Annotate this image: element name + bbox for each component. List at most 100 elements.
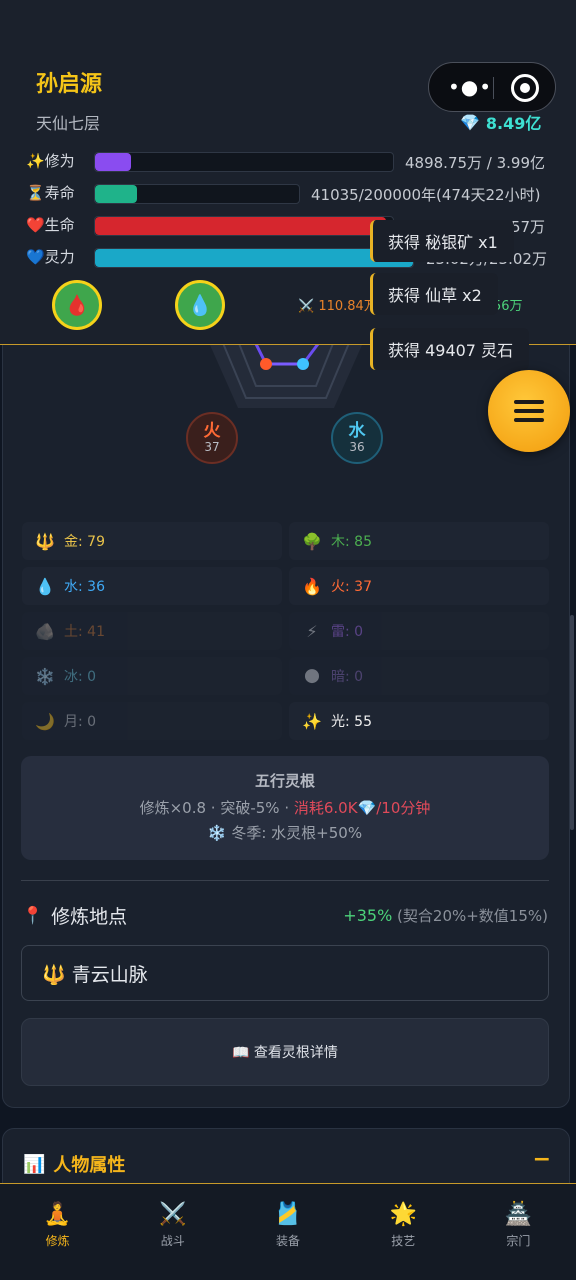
stat-label: ❤️生命 <box>26 216 75 234</box>
spirit-root-label: 水: 36 <box>64 579 105 595</box>
close-miniprogram-icon[interactable] <box>511 74 539 102</box>
bottom-nav: 🧘 修炼 ⚔️ 战斗 🎽 装备 🌟 技艺 🏯 宗门 <box>0 1183 576 1280</box>
gem-balance: 💎 8.49亿 <box>460 110 541 134</box>
stat-row: 💙灵力 <box>26 246 92 267</box>
wuxing-cost: 消耗6.0K💎/10分钟 <box>293 799 431 817</box>
battle-icon: ⚔️ <box>159 1202 187 1227</box>
attack-stat: ⚔️ 110.84万 <box>298 295 377 314</box>
nav-tab-label: 宗门 <box>506 1234 531 1248</box>
spirit-root-cell: 🔱 金: 79 <box>22 522 282 560</box>
location-bonus-pct: +35% <box>343 906 393 925</box>
spirit-root-label: 冰: 0 <box>64 669 97 685</box>
element-icon: 💧 <box>35 576 55 596</box>
stat-progress-fill <box>95 153 131 171</box>
stat-progress-fill <box>95 249 413 267</box>
stat-row: ✨修为 <box>26 150 92 171</box>
element-icon: 🌳 <box>302 531 322 551</box>
nav-tab-label: 技艺 <box>391 1234 416 1248</box>
spirit-root-label: 月: 0 <box>64 714 97 730</box>
stat-progress-bar <box>94 184 300 204</box>
location-heading: 📍 修炼地点 <box>22 902 127 929</box>
nav-tab-skills[interactable]: 🌟 技艺 <box>346 1184 461 1280</box>
stat-value: 41035/200000年(474天22小时) <box>311 186 541 204</box>
stat-row: ❤️生命 <box>26 214 92 235</box>
stat-value: 4898.75万 / 3.99亿 <box>405 154 546 172</box>
gem-icon: 💎 <box>460 112 480 132</box>
more-options-icon[interactable]: •●• <box>447 76 493 100</box>
equipment-icon: 🎽 <box>274 1202 302 1227</box>
stat-row: ⏳寿命 <box>26 182 92 203</box>
attributes-heading: 📊 人物属性 <box>23 1151 125 1177</box>
fire-element-node: 火 37 <box>186 412 238 464</box>
attributes-title: 人物属性 <box>53 1155 126 1176</box>
spirit-root-label: 暗: 0 <box>331 669 364 685</box>
sect-icon: 🏯 <box>504 1202 533 1227</box>
miniprogram-capsule: •●• <box>428 62 556 112</box>
spirit-root-cell: 🔥 火: 37 <box>289 567 549 605</box>
location-title: 修炼地点 <box>51 906 128 928</box>
nav-tab-label: 战斗 <box>160 1234 185 1248</box>
element-icon: ✨ <box>302 711 322 731</box>
location-bonus-detail: (契合20%+数值15%) <box>397 907 548 925</box>
sword-icon: ⚔️ <box>298 299 315 314</box>
wuxing-effects: 修炼×0.8 · 突破-5% · 消耗6.0K💎/10分钟 <box>21 797 549 818</box>
menu-button[interactable] <box>488 370 570 452</box>
element-icon: 🌑 <box>303 666 321 686</box>
blood-drop-icon: 🩸 <box>64 293 90 317</box>
spirit-root-cell: 🪨 土: 41 <box>22 612 282 650</box>
wuxing-title: 五行灵根 <box>254 772 315 790</box>
stat-progress-fill <box>95 217 387 235</box>
scrollbar[interactable] <box>570 615 574 830</box>
stat-progress-bar <box>94 152 394 172</box>
stat-label: 💙灵力 <box>26 248 75 266</box>
water-element-glyph: 水 <box>348 421 366 441</box>
stat-progress-fill <box>95 185 137 203</box>
divider <box>21 880 549 881</box>
stat-progress-bar <box>94 248 414 268</box>
spirit-root-label: 雷: 0 <box>331 624 364 640</box>
view-root-details-button[interactable]: 📖 查看灵根详情 <box>21 1018 549 1086</box>
nav-tab-battle[interactable]: ⚔️ 战斗 <box>115 1184 230 1280</box>
spirit-root-label: 金: 79 <box>64 534 105 550</box>
gem-amount: 8.49亿 <box>485 114 542 133</box>
wuxing-modifiers: 修炼×0.8 · 突破-5% · <box>139 799 294 817</box>
spirit-root-cell: ⚡ 雷: 0 <box>289 612 549 650</box>
health-potion-button[interactable]: 🩸 <box>52 280 102 330</box>
spirit-root-label: 光: 55 <box>331 714 372 730</box>
water-drop-icon: 💧 <box>187 293 213 317</box>
mana-potion-button[interactable]: 💧 <box>175 280 225 330</box>
stat-label: ✨修为 <box>26 152 75 170</box>
element-icon: 🪨 <box>35 621 55 641</box>
loot-toast: 获得 秘银矿 x1 <box>370 220 514 262</box>
loot-toast: 获得 仙草 x2 <box>370 273 498 315</box>
fire-element-glyph: 火 <box>203 421 221 441</box>
spirit-root-label: 木: 85 <box>331 534 372 550</box>
attack-value: 110.84万 <box>318 299 377 314</box>
stat-progress-bar <box>94 216 394 236</box>
collapse-button[interactable]: − <box>533 1147 551 1172</box>
chart-icon: 📊 <box>23 1153 46 1175</box>
location-bonus: +35% (契合20%+数值15%) <box>343 905 548 926</box>
loot-toast: 获得 49407 灵石 <box>370 328 530 370</box>
hamburger-icon <box>514 395 544 427</box>
nav-tab-label: 修炼 <box>45 1234 70 1248</box>
wuxing-summary: 五行灵根 修炼×0.8 · 突破-5% · 消耗6.0K💎/10分钟 ❄️ 冬季… <box>21 756 549 860</box>
element-icon: ❄️ <box>35 666 55 686</box>
nav-tab-cultivate[interactable]: 🧘 修炼 <box>0 1184 115 1280</box>
water-element-value: 36 <box>349 440 365 454</box>
spirit-root-cell: ✨ 光: 55 <box>289 702 549 740</box>
element-icon: 🔥 <box>302 576 322 596</box>
skills-icon: 🌟 <box>389 1202 417 1227</box>
nav-tab-label: 装备 <box>276 1234 301 1248</box>
nav-tab-equipment[interactable]: 🎽 装备 <box>230 1184 345 1280</box>
player-name: 孙启源 <box>36 72 103 97</box>
season-bonus: ❄️ 冬季: 水灵根+50% <box>207 824 363 842</box>
spirit-root-cell: 🌙 月: 0 <box>22 702 282 740</box>
realm-label: 天仙七层 <box>36 114 101 133</box>
element-diagram <box>206 336 366 408</box>
element-icon: 🌙 <box>35 711 55 731</box>
nav-tab-sect[interactable]: 🏯 宗门 <box>461 1184 576 1280</box>
location-select[interactable]: 🔱 青云山脉 <box>21 945 549 1001</box>
cultivate-icon: 🧘 <box>43 1202 72 1227</box>
spirit-root-label: 土: 41 <box>64 624 105 640</box>
